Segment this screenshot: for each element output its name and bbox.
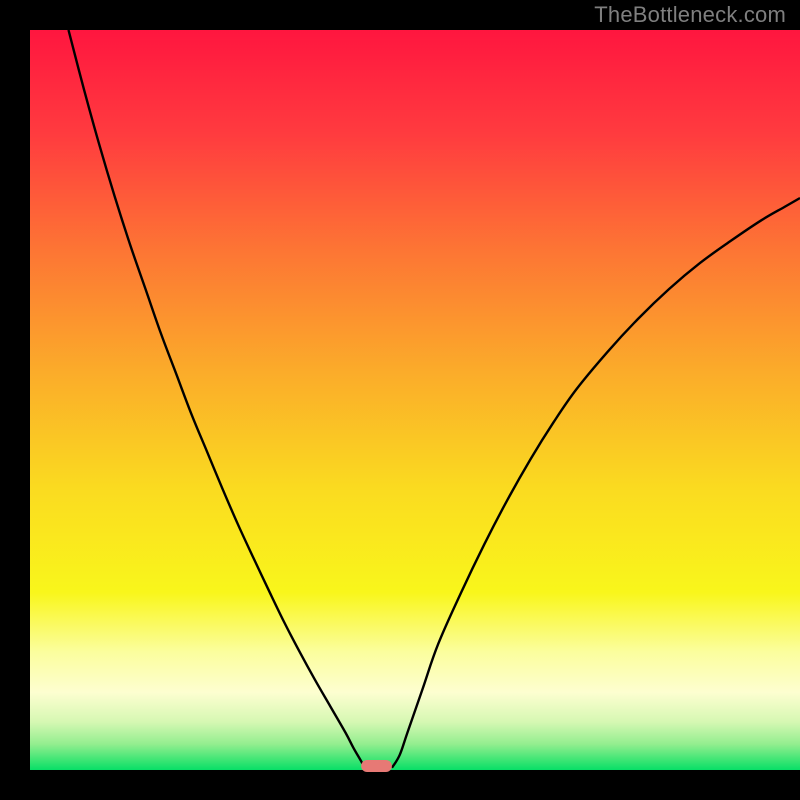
bottleneck-marker (361, 760, 392, 772)
bottleneck-chart (0, 0, 800, 800)
plot-background (30, 30, 800, 770)
chart-container: { "watermark": "TheBottleneck.com", "cha… (0, 0, 800, 800)
watermark-text: TheBottleneck.com (594, 2, 786, 28)
